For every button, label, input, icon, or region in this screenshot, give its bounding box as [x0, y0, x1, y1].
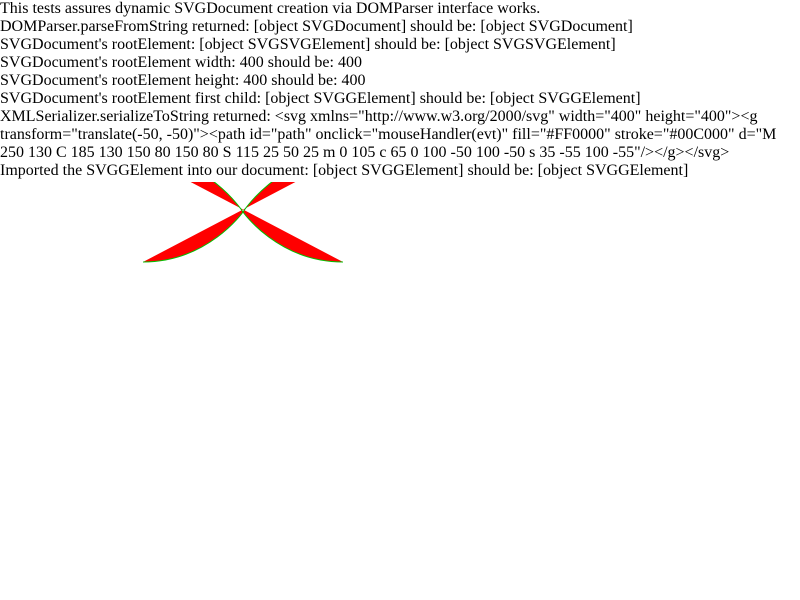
test-log: This tests assures dynamic SVGDocument c…	[0, 0, 800, 180]
log-line-first-child: SVGDocument's rootElement first child: […	[0, 90, 641, 107]
svg-group	[143, 182, 344, 263]
log-line-serializer-output: XMLSerializer.serializeToString returned…	[0, 108, 777, 161]
log-line-root-height: SVGDocument's rootElement height: 400 sh…	[0, 72, 366, 89]
propeller-shape[interactable]	[143, 182, 344, 263]
log-line-description: This tests assures dynamic SVGDocument c…	[0, 0, 541, 17]
log-line-root-element: SVGDocument's rootElement: [object SVGSV…	[0, 36, 616, 53]
imported-svg	[143, 182, 344, 263]
svg-canvas	[143, 182, 543, 582]
log-line-root-width: SVGDocument's rootElement width: 400 sho…	[0, 54, 362, 71]
log-line-domparser-result: DOMParser.parseFromString returned: [obj…	[0, 18, 633, 35]
log-line-imported-element: Imported the SVGGElement into our docume…	[0, 162, 689, 179]
